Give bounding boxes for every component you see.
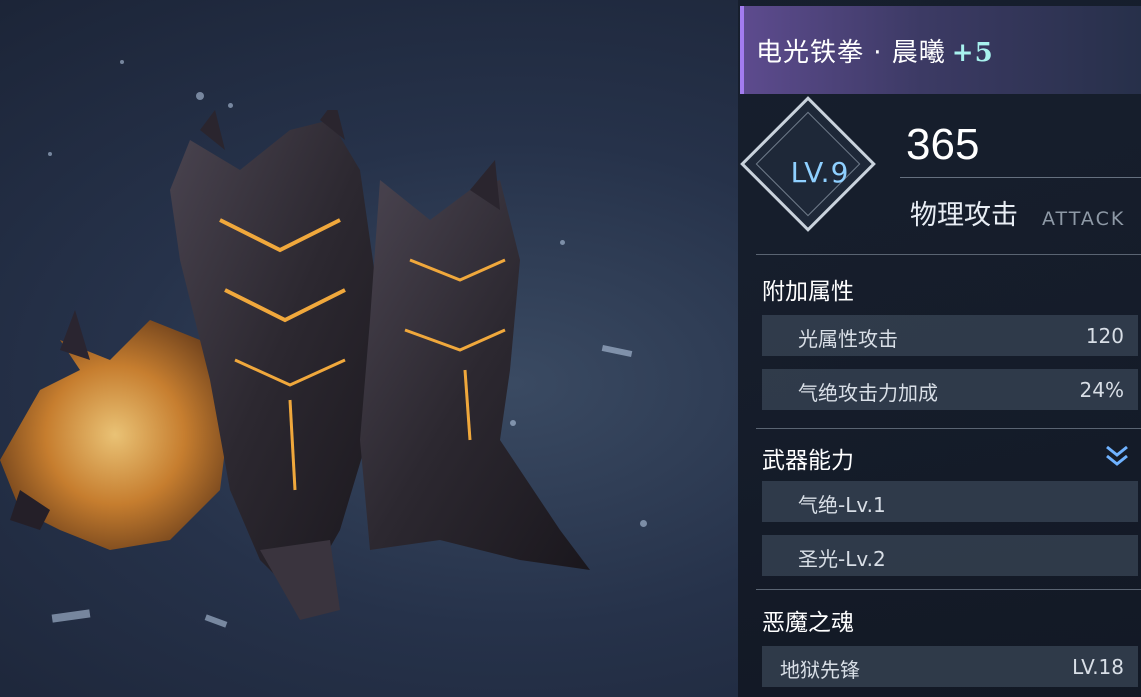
ability-row[interactable]: 气绝-Lv.1 <box>762 481 1138 522</box>
bonus-name: 光属性攻击 <box>798 327 898 351</box>
snow-particle <box>228 103 233 108</box>
soul-name: 地狱先锋 <box>780 658 860 682</box>
attack-label: 物理攻击 <box>910 200 1018 231</box>
weapon-viewport[interactable] <box>0 0 740 697</box>
snow-particle <box>120 60 124 64</box>
weapon-model <box>0 110 590 620</box>
attack-value: 365 <box>906 120 980 169</box>
weapon-name-text: 电光铁拳 · 晨曦 <box>756 38 946 68</box>
soul-level: LV.18 <box>1072 655 1124 679</box>
weapon-enhance-level: +5 <box>951 38 994 68</box>
weapon-level: LV.9 <box>790 156 850 189</box>
ability-name: 圣光-Lv.2 <box>798 547 886 571</box>
ability-row[interactable]: 圣光-Lv.2 <box>762 535 1138 576</box>
bonus-name: 气绝攻击力加成 <box>798 381 938 405</box>
bonus-value: 120 <box>1085 324 1124 348</box>
bonus-row: 气绝攻击力加成 24% <box>762 369 1138 410</box>
bonus-value: 24% <box>1079 378 1124 402</box>
section-divider <box>756 254 1141 255</box>
snow-particle <box>196 92 204 100</box>
weapon-title-bar: 电光铁拳 · 晨曦 +5 <box>740 6 1141 94</box>
section-divider <box>756 589 1141 590</box>
weapon-info-panel: 电光铁拳 · 晨曦 +5 LV.9 365 物理攻击 ATTACK 附加属性 光属… <box>738 0 1141 697</box>
section-divider <box>756 428 1141 429</box>
attack-divider <box>900 177 1141 178</box>
weapon-name: 电光铁拳 · 晨曦 +5 <box>756 32 994 69</box>
soul-section-title: 恶魔之魂 <box>762 610 854 636</box>
bonus-section-title: 附加属性 <box>762 279 854 305</box>
chevron-double-down-icon[interactable] <box>1102 442 1132 470</box>
snow-particle <box>640 520 647 527</box>
attack-label-en: ATTACK <box>1042 208 1126 230</box>
bonus-row: 光属性攻击 120 <box>762 315 1138 356</box>
ability-name: 气绝-Lv.1 <box>798 493 886 517</box>
soul-row[interactable]: 地狱先锋 LV.18 <box>762 646 1138 687</box>
abilities-section-title: 武器能力 <box>762 448 854 474</box>
